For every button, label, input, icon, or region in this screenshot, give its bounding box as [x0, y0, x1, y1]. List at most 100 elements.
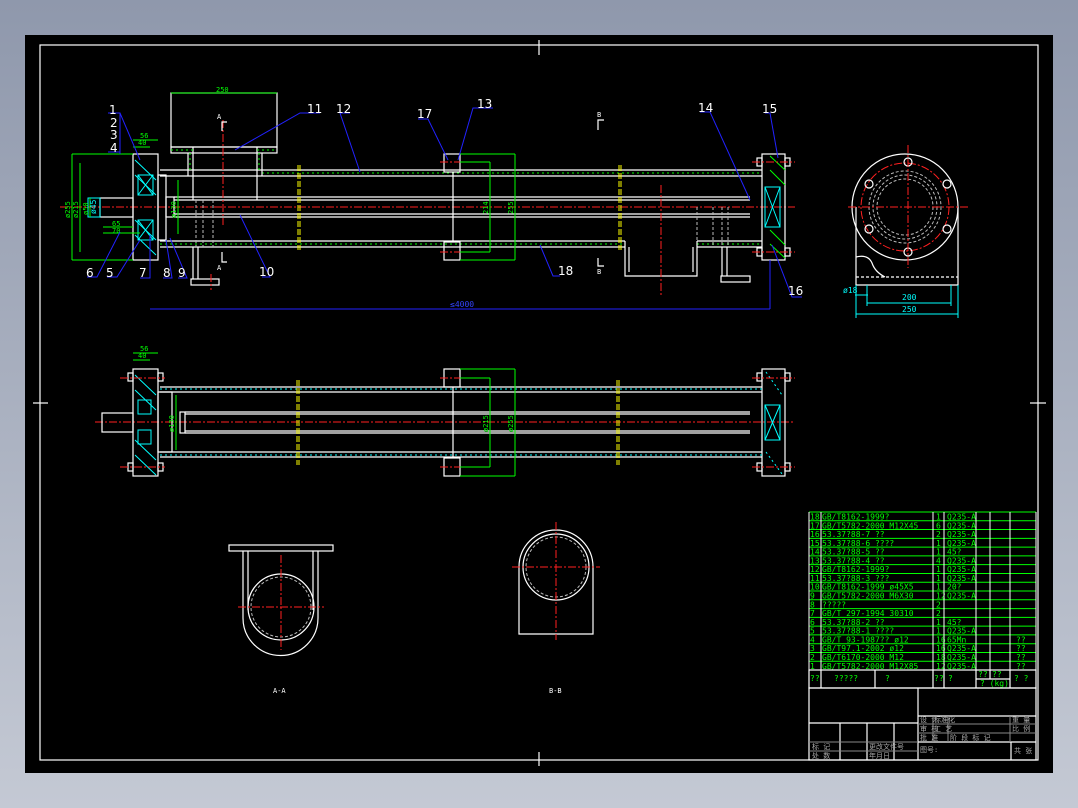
- parts-material: Q235-A: [947, 556, 976, 565]
- parts-no: 12: [810, 565, 820, 574]
- parts-no: 3: [810, 644, 815, 653]
- parts-code: 53.37?88-6 ????: [822, 539, 894, 548]
- parts-material: Q235-A: [947, 513, 976, 522]
- parts-no: 17: [810, 521, 820, 530]
- section-mark-b-bottom: B: [597, 268, 601, 276]
- header-qty: ??: [934, 674, 944, 683]
- parts-material: 45?: [947, 618, 962, 627]
- dim-214: 214: [482, 201, 490, 214]
- parts-qty: 1: [936, 565, 941, 574]
- balloon-18: 18: [558, 264, 573, 278]
- parts-material: Q235-A: [947, 530, 976, 539]
- parts-qty: 1: [936, 539, 941, 548]
- dim-hole: ø18: [843, 286, 858, 295]
- balloon-13: 13: [477, 97, 492, 111]
- parts-qty: 1: [936, 513, 941, 522]
- balloon-15: 15: [762, 102, 777, 116]
- parts-code: ?????: [822, 600, 846, 609]
- balloon-10: 10: [259, 265, 274, 279]
- header-no: ??: [810, 674, 820, 683]
- parts-material: Q235-A: [947, 565, 976, 574]
- parts-no: 16: [810, 530, 820, 539]
- tb-process: 工 艺: [934, 725, 952, 733]
- header-name: ?: [885, 674, 890, 683]
- header-code: ?????: [834, 674, 858, 683]
- parts-qty: 1: [936, 627, 941, 636]
- balloon-5: 5: [106, 266, 114, 280]
- parts-no: 7: [810, 609, 815, 618]
- balloon-8: 8: [163, 266, 171, 280]
- dim-inlet-width: 250: [216, 86, 229, 94]
- dim-lower-d130: ø130: [168, 415, 176, 432]
- parts-material: Q235-A: [947, 644, 976, 653]
- balloon-3: 3: [110, 128, 118, 142]
- parts-code: GB/T5782-2000 M6X30: [822, 592, 914, 601]
- header-weight-unit: ? (kg): [980, 679, 1009, 688]
- balloon-7: 7: [139, 266, 147, 280]
- parts-code: GB/T8162-1999?: [822, 513, 890, 522]
- parts-code: GB/T8162-1999?: [822, 565, 890, 574]
- dim-d255: ø255: [64, 201, 72, 218]
- header-material: ?: [948, 674, 953, 683]
- dim-flange-40: 40: [138, 139, 146, 147]
- dim-255: 255: [507, 201, 515, 214]
- parts-qty: 2: [936, 530, 941, 539]
- dim-d215: ø215: [72, 201, 80, 218]
- balloon-16: 16: [788, 284, 803, 298]
- tb-sheet: 共 张: [1014, 746, 1032, 755]
- tb-approve: 批 准: [920, 733, 938, 742]
- parts-qty: 1: [936, 548, 941, 557]
- parts-code: 53.37?88-5 ??: [822, 548, 885, 557]
- parts-no: 10: [810, 583, 820, 592]
- parts-code: GB/T8162-1999 ø45X5: [822, 583, 914, 592]
- dim-d130: ø130: [170, 201, 178, 218]
- balloon-12: 12: [336, 102, 351, 116]
- parts-material: 20?: [947, 583, 962, 592]
- tb-weight: 重 量: [1012, 716, 1030, 724]
- tb-date: 年月日: [869, 751, 890, 760]
- tb-standard: 标准化: [934, 715, 955, 724]
- parts-code: GB/T6170-2000 M12: [822, 653, 904, 662]
- parts-note: ??: [1016, 653, 1026, 662]
- dim-total-length: ≤4000: [450, 300, 474, 309]
- tb-change-doc: 更改文件号: [869, 742, 904, 751]
- parts-material: Q235-A: [947, 592, 976, 601]
- parts-no: 5: [810, 627, 815, 636]
- parts-qty: 1: [936, 583, 941, 592]
- parts-qty: 1: [936, 618, 941, 627]
- parts-note: ??: [1016, 635, 1026, 644]
- balloon-6: 6: [86, 266, 94, 280]
- parts-note: ??: [1016, 644, 1026, 653]
- balloon-11: 11: [307, 102, 322, 116]
- section-title-a-a: A-A: [273, 687, 286, 695]
- parts-qty: 4: [936, 556, 941, 565]
- tb-count: 处 数: [812, 751, 830, 760]
- parts-no: 14: [810, 548, 820, 557]
- dim-d45: ø45: [89, 199, 98, 214]
- parts-code: GB/T5782-2000 M12X45: [822, 521, 919, 530]
- dim-lower-d215: ø215: [482, 415, 490, 432]
- header-total-weight: ??: [992, 670, 1002, 679]
- tb-stage: 阶 段 标 记: [950, 733, 991, 742]
- dim-base-250: 250: [902, 305, 917, 314]
- dim-lower-40: 40: [138, 352, 146, 360]
- parts-no: 2: [810, 653, 815, 662]
- parts-no: 18: [810, 513, 820, 522]
- parts-code: 53.37?88-1 ????: [822, 627, 894, 636]
- header-note: ? ?: [1014, 674, 1029, 683]
- tb-scale: 比 例: [1012, 724, 1030, 733]
- parts-no: 11: [810, 574, 820, 583]
- section-mark-b-top: B: [597, 111, 601, 119]
- tb-drawing-no: 图号:: [920, 746, 938, 754]
- tb-mark: 标 记: [812, 742, 830, 751]
- parts-code: 53.37?88-2 ??: [822, 618, 885, 627]
- balloon-1: 1: [109, 103, 117, 117]
- parts-qty: 2: [936, 600, 941, 609]
- parts-code: GB/T97.1-2002 ø12: [822, 644, 904, 653]
- parts-material: Q235-A: [947, 627, 976, 636]
- parts-material: Q235-A: [947, 574, 976, 583]
- balloon-4: 4: [110, 141, 118, 155]
- parts-qty: 1: [936, 574, 941, 583]
- parts-material: Q235-A: [947, 653, 976, 662]
- parts-no: 13: [810, 556, 820, 565]
